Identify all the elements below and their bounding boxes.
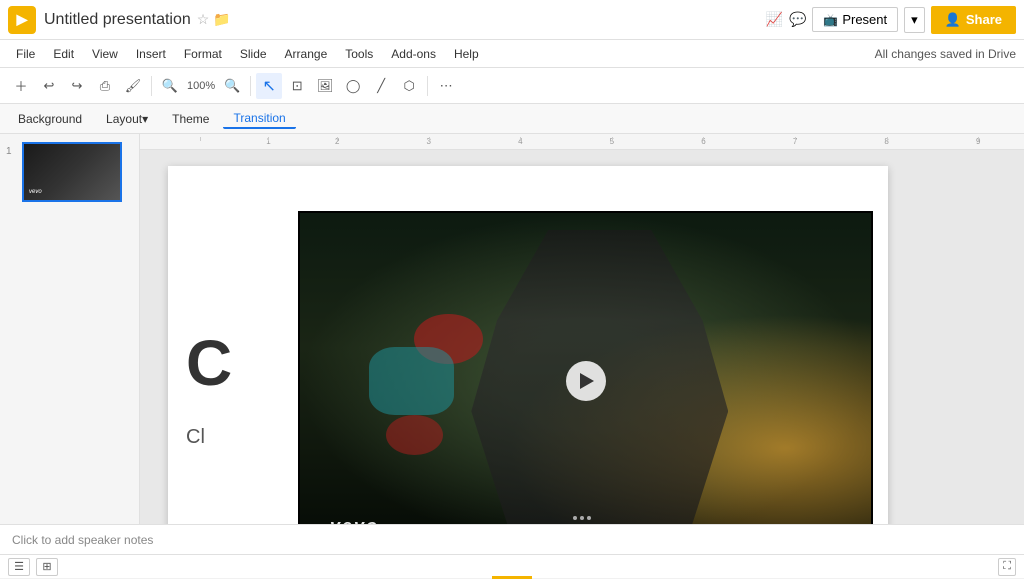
dot-2 — [580, 516, 584, 520]
grid-view-icon: ⊞ — [42, 560, 51, 573]
google-slides-logo: ▶ — [8, 6, 36, 34]
toolbar-connector[interactable]: ⬡ — [396, 73, 422, 99]
ruler-mark-5: 5 — [566, 137, 658, 146]
fit-to-screen-button[interactable]: ⛶ — [998, 558, 1016, 576]
toolbar-sep-3 — [427, 76, 428, 96]
video-element[interactable]: vevo — [298, 211, 873, 524]
main-content: 1 vevo 1 2 3 4 5 6 — [0, 134, 1024, 524]
ruler-mark-3: 3 — [383, 137, 475, 146]
toolbar-undo[interactable]: ↩ — [36, 73, 62, 99]
trending-icon[interactable]: 📈 — [766, 11, 783, 28]
slide-text-sub: Cl — [186, 426, 205, 449]
menu-arrange[interactable]: Arrange — [277, 44, 336, 64]
person-icon: 👤 — [945, 12, 961, 28]
toolbar-image[interactable]: 🖼 — [312, 73, 338, 99]
toolbar-sep-1 — [151, 76, 152, 96]
share-label: Share — [966, 12, 1002, 27]
view-grid-button[interactable]: ⊞ — [36, 558, 58, 576]
menu-insert[interactable]: Insert — [128, 44, 174, 64]
main-toolbar: ＋ ↩ ↪ ⎙ 🖌 🔍 100% 🔍 ↖ ⊡ 🖼 ◯ ╱ ⬡ ⋯ — [0, 68, 1024, 104]
menu-slide[interactable]: Slide — [232, 44, 275, 64]
toolbar-add[interactable]: ＋ — [8, 73, 34, 99]
toolbar-redo[interactable]: ↪ — [64, 73, 90, 99]
toolbar-zoom-in[interactable]: 🔍 — [219, 73, 245, 99]
dot-1 — [573, 516, 577, 520]
video-teal-accent — [369, 347, 455, 414]
toolbar-sep-2 — [250, 76, 251, 96]
ruler-mark-9: 9 — [932, 137, 1024, 146]
star-icon[interactable]: ☆ — [197, 11, 210, 28]
slide-tool-background[interactable]: Background — [8, 110, 92, 128]
slide-canvas[interactable]: C Cl — [168, 166, 888, 524]
notes-placeholder[interactable]: Click to add speaker notes — [12, 533, 153, 547]
horizontal-ruler: 1 2 3 4 5 6 7 8 9 — [140, 134, 1024, 150]
ruler-marks: 1 2 3 4 5 6 7 8 9 — [140, 137, 1024, 146]
ruler-mark-2: 2 — [291, 137, 383, 146]
menu-help[interactable]: Help — [446, 44, 487, 64]
menu-bar: File Edit View Insert Format Slide Arran… — [0, 40, 1024, 68]
menu-tools[interactable]: Tools — [337, 44, 381, 64]
expand-handle[interactable] — [140, 512, 1024, 524]
video-red-accent-2 — [386, 415, 443, 455]
folder-icon[interactable]: 📁 — [213, 11, 230, 28]
menu-format[interactable]: Format — [176, 44, 230, 64]
slide-tool-theme[interactable]: Theme — [162, 110, 219, 128]
bottom-bar: ☰ ⊞ ⛶ — [0, 554, 1024, 578]
ruler-mark-7: 7 — [749, 137, 841, 146]
fit-icon: ⛶ — [1003, 560, 1011, 573]
slide-text-main: C — [186, 326, 232, 400]
expand-dots — [142, 514, 1022, 522]
ruler-mark-1: 1 — [246, 137, 292, 146]
autosave-status: All changes saved in Drive — [875, 47, 1016, 61]
canvas-area: 1 2 3 4 5 6 7 8 9 C Cl — [140, 134, 1024, 524]
title-bar: ▶ Untitled presentation ☆ 📁 📈 💬 📺 Presen… — [0, 0, 1024, 40]
zoom-display: 100% — [187, 80, 215, 92]
ruler-mark-8: 8 — [841, 137, 933, 146]
present-label: Present — [842, 12, 887, 27]
slide-1-number: 1 — [6, 142, 18, 157]
ruler-mark-4: 4 — [475, 137, 567, 146]
present-monitor-icon: 📺 — [823, 13, 838, 27]
slide-1-container: 1 vevo — [6, 142, 133, 202]
slide-tool-transition[interactable]: Transition — [223, 109, 295, 129]
list-view-icon: ☰ — [14, 560, 24, 573]
slide-1-thumbnail[interactable]: vevo — [22, 142, 122, 202]
menu-view[interactable]: View — [84, 44, 126, 64]
toolbar-zoom-out[interactable]: 🔍 — [157, 73, 183, 99]
video-play-button[interactable] — [566, 361, 606, 401]
menu-edit[interactable]: Edit — [45, 44, 82, 64]
title-actions: 📈 💬 📺 Present ▾ 👤 Share — [766, 6, 1017, 34]
dot-3 — [587, 516, 591, 520]
slide-tool-layout[interactable]: Layout▾ — [96, 110, 158, 128]
toolbar-textbox[interactable]: ⊡ — [284, 73, 310, 99]
toolbar-paintformat[interactable]: 🖌 — [120, 73, 146, 99]
menu-addons[interactable]: Add-ons — [383, 44, 444, 64]
menu-file[interactable]: File — [8, 44, 43, 64]
ruler-mark-0 — [154, 137, 246, 146]
bottom-right: ⛶ — [998, 558, 1016, 576]
video-scene: vevo — [300, 213, 871, 524]
toolbar-line[interactable]: ╱ — [368, 73, 394, 99]
play-triangle-icon — [580, 373, 594, 389]
toolbar-print[interactable]: ⎙ — [92, 73, 118, 99]
slide-1-thumb-inner: vevo — [24, 144, 120, 200]
presentation-title[interactable]: Untitled presentation — [44, 11, 191, 29]
toolbar-cursor[interactable]: ↖ — [256, 73, 282, 99]
notes-area[interactable]: Click to add speaker notes — [0, 524, 1024, 554]
dropdown-arrow: ▾ — [911, 12, 918, 27]
share-button[interactable]: 👤 Share — [931, 6, 1016, 34]
toolbar-more[interactable]: ⋯ — [433, 73, 459, 99]
comment-icon[interactable]: 💬 — [789, 11, 806, 28]
slide-panel: 1 vevo — [0, 134, 140, 524]
slide-toolbar: Background Layout▾ Theme Transition — [0, 104, 1024, 134]
ruler-mark-6: 6 — [658, 137, 750, 146]
present-dropdown-button[interactable]: ▾ — [904, 7, 925, 33]
present-button[interactable]: 📺 Present — [812, 7, 898, 32]
view-list-button[interactable]: ☰ — [8, 558, 30, 576]
toolbar-shapes[interactable]: ◯ — [340, 73, 366, 99]
